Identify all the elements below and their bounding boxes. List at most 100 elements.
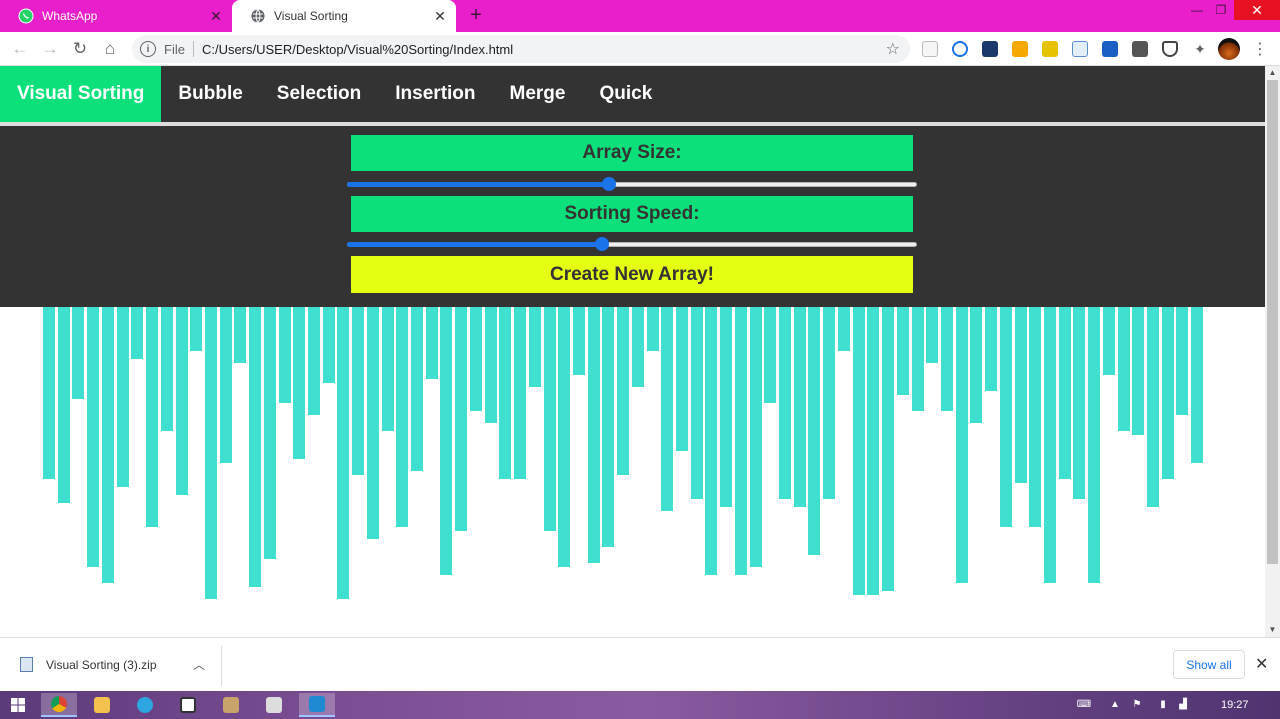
create-new-array-button[interactable]: Create New Array! — [351, 256, 913, 293]
array-bar — [293, 307, 306, 459]
page-scrollbar[interactable]: ▲ ▼ — [1265, 66, 1280, 637]
array-bar — [396, 307, 409, 527]
nav-bubble[interactable]: Bubble — [161, 66, 259, 122]
app-tool-icon[interactable] — [213, 693, 249, 717]
profile-avatar[interactable] — [1218, 38, 1240, 60]
extension-clapper-icon[interactable] — [982, 41, 998, 57]
brand-link[interactable]: Visual Sorting — [0, 66, 162, 122]
telegram-icon[interactable] — [127, 693, 163, 717]
battery-icon[interactable]: ▮ — [1157, 699, 1169, 711]
array-bar — [366, 307, 379, 539]
show-all-button[interactable]: Show all — [1173, 650, 1245, 679]
array-bar — [57, 307, 70, 503]
array-size-slider[interactable] — [347, 177, 917, 191]
address-bar[interactable]: i File C:/Users/USER/Desktop/Visual%20So… — [132, 35, 910, 63]
scroll-down-icon[interactable]: ▼ — [1265, 625, 1280, 635]
download-bar: Visual Sorting (3).zip ︿ Show all ✕ — [0, 637, 1280, 691]
back-icon[interactable]: ← — [8, 37, 32, 61]
nav-selection[interactable]: Selection — [260, 66, 378, 122]
array-bar — [411, 307, 423, 471]
app-navbar: Visual Sorting Bubble Selection Insertio… — [0, 66, 1265, 122]
array-bar — [837, 307, 850, 351]
reload-icon[interactable]: ↻ — [68, 37, 92, 61]
flag-icon[interactable]: ⚑ — [1131, 699, 1143, 711]
array-bar — [587, 307, 600, 563]
bookmark-star-icon[interactable]: ☆ — [886, 39, 900, 59]
close-icon[interactable]: ✕ — [1255, 654, 1268, 674]
array-bar — [1058, 307, 1071, 479]
window-close-icon[interactable]: ✕ — [1234, 0, 1280, 20]
divider — [221, 646, 222, 686]
app-cursor-icon[interactable] — [256, 693, 292, 717]
extension-download-icon[interactable] — [1012, 41, 1028, 57]
forward-icon[interactable]: → — [38, 37, 62, 61]
array-bar — [940, 307, 953, 411]
extension-shield-icon[interactable] — [1162, 41, 1178, 57]
array-bar — [381, 307, 394, 431]
menu-dots-icon[interactable]: ⋮ — [1252, 39, 1268, 59]
download-filename[interactable]: Visual Sorting (3).zip — [46, 658, 157, 672]
close-icon[interactable]: ✕ — [432, 8, 448, 24]
tab-title: WhatsApp — [42, 9, 98, 23]
array-bar — [425, 307, 438, 379]
extensions-puzzle-icon[interactable]: ✦ — [1192, 41, 1208, 57]
chrome-icon[interactable] — [41, 693, 77, 717]
close-icon[interactable]: ✕ — [208, 8, 224, 24]
array-bar — [278, 307, 291, 403]
array-bar — [911, 307, 924, 411]
new-tab-button[interactable]: + — [466, 5, 486, 26]
tray-chevron-up-icon[interactable]: ▲ — [1109, 699, 1121, 711]
array-bar — [808, 307, 821, 555]
extension-screen-icon[interactable] — [1132, 41, 1148, 57]
signal-icon[interactable]: ▟ — [1177, 699, 1189, 711]
app-window-icon[interactable] — [170, 693, 206, 717]
array-bar — [926, 307, 939, 363]
tab-strip: WhatsApp ✕ Visual Sorting ✕ + — ❐ ✕ — [0, 0, 1280, 32]
array-bar — [734, 307, 747, 575]
file-explorer-icon[interactable] — [84, 693, 120, 717]
scroll-up-icon[interactable]: ▲ — [1265, 68, 1280, 78]
home-icon[interactable]: ⌂ — [98, 37, 122, 61]
array-bar — [116, 307, 129, 487]
nav-insertion[interactable]: Insertion — [378, 66, 492, 122]
array-bar — [543, 307, 556, 531]
array-bar — [455, 307, 468, 531]
array-bar — [882, 307, 894, 591]
keyboard-icon[interactable]: ⌨ — [1075, 699, 1093, 711]
url-text[interactable]: C:/Users/USER/Desktop/Visual%20Sorting/I… — [202, 42, 513, 57]
slider-thumb[interactable] — [595, 237, 610, 251]
array-bar — [308, 307, 320, 415]
tab-whatsapp[interactable]: WhatsApp ✕ — [0, 0, 232, 32]
array-bar — [793, 307, 806, 507]
scroll-thumb[interactable] — [1267, 80, 1278, 564]
extension-camera-icon[interactable] — [1072, 41, 1088, 57]
array-bar — [1191, 307, 1204, 463]
array-bar — [87, 307, 100, 567]
tab-visual-sorting[interactable]: Visual Sorting ✕ — [232, 0, 456, 32]
array-bar — [337, 307, 350, 599]
restore-icon[interactable]: ❐ — [1206, 0, 1236, 20]
array-size-label: Array Size: — [351, 135, 913, 171]
extension-search-icon[interactable] — [1102, 41, 1118, 57]
scheme-label: File — [164, 41, 185, 57]
extension-folder-icon[interactable] — [1042, 41, 1058, 57]
array-bar — [469, 307, 482, 411]
vscode-icon[interactable] — [299, 693, 335, 717]
array-bar — [690, 307, 703, 499]
array-bar — [631, 307, 644, 387]
nav-quick[interactable]: Quick — [582, 66, 669, 122]
globe-icon — [250, 8, 266, 24]
extension-page-icon[interactable] — [922, 41, 938, 57]
start-windows-icon[interactable] — [0, 693, 36, 717]
slider-thumb[interactable] — [602, 177, 617, 191]
extension-sync-icon[interactable] — [952, 41, 968, 57]
array-bar — [823, 307, 836, 499]
sorting-speed-slider[interactable] — [347, 237, 917, 251]
taskbar-clock[interactable]: 19:27 — [1221, 699, 1249, 711]
info-icon[interactable]: i — [140, 41, 156, 57]
array-bar — [249, 307, 262, 587]
array-bar — [764, 307, 777, 403]
chevron-up-icon[interactable]: ︿ — [193, 656, 205, 673]
nav-merge[interactable]: Merge — [493, 66, 583, 122]
array-bar — [749, 307, 762, 567]
